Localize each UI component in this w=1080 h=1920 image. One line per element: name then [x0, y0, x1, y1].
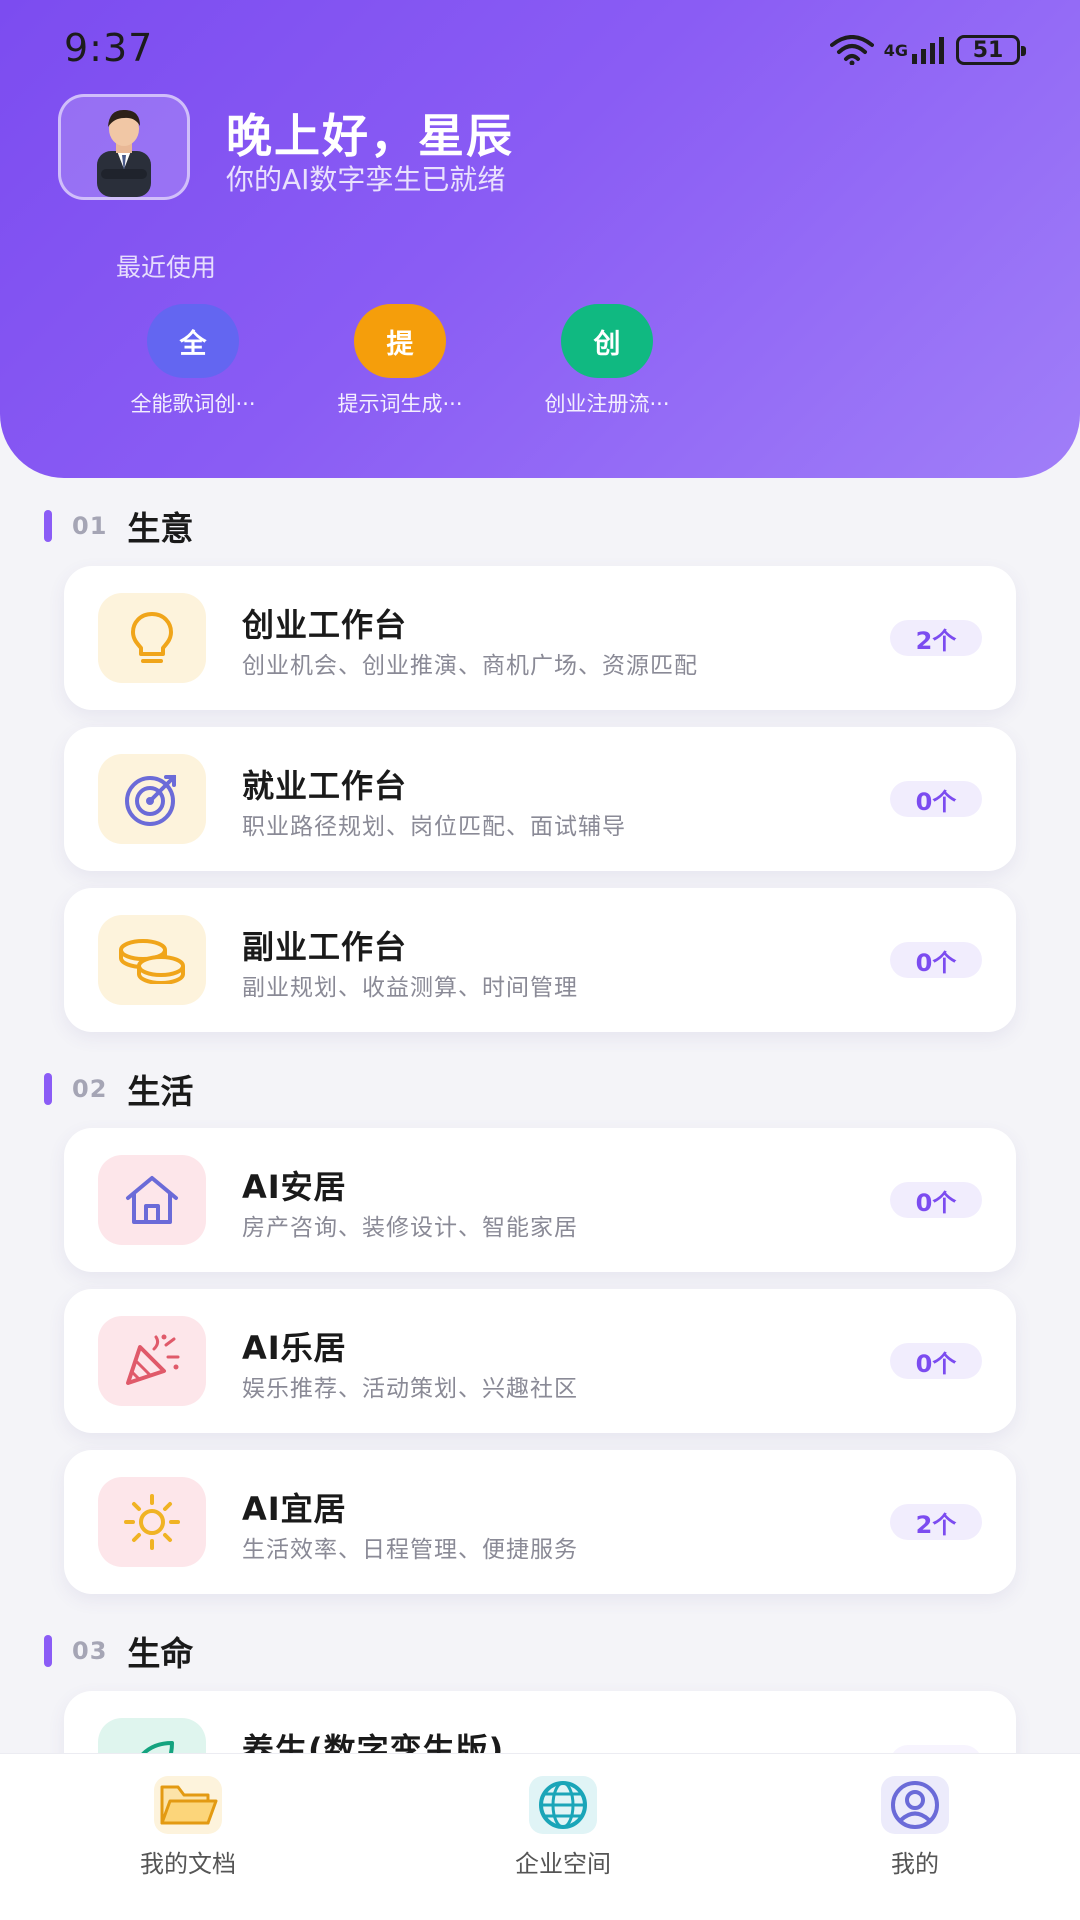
card-description: 娱乐推荐、活动策划、兴趣社区	[242, 1376, 578, 1402]
section-title: 生命	[127, 1634, 194, 1673]
status-icons: 4G 51	[829, 30, 1026, 70]
section-accent-bar	[44, 510, 52, 542]
nav-my-documents[interactable]: 我的文档	[88, 1776, 288, 1896]
coins-icon	[98, 915, 206, 1005]
nav-profile[interactable]: 我的	[815, 1776, 1015, 1896]
greeting-title: 晚上好，星辰	[226, 109, 514, 163]
card-sideline-workbench[interactable]: 副业工作台 副业规划、收益测算、时间管理 0个	[64, 888, 1016, 1032]
status-time: 9:37	[64, 26, 154, 70]
card-employment-workbench[interactable]: 就业工作台 职业路径规划、岗位匹配、面试辅导 0个	[64, 727, 1016, 871]
leaf-icon	[98, 1718, 206, 1753]
recent-item-avatar: 全	[147, 304, 239, 378]
status-bar: 9:37 4G 51	[0, 0, 1080, 100]
card-title: AI安居	[242, 1168, 347, 1206]
card-ai-leisure[interactable]: AI乐居 娱乐推荐、活动策划、兴趣社区 0个	[64, 1289, 1016, 1433]
target-icon	[98, 754, 206, 844]
greeting-subtitle: 你的AI数字孪生已就绪	[226, 163, 506, 196]
recent-item-avatar: 创	[561, 304, 653, 378]
recent-item-label: 提示词生成···	[337, 392, 463, 416]
card-ai-livable[interactable]: AI宜居 生活效率、日程管理、便捷服务 2个	[64, 1450, 1016, 1594]
card-count-badge	[890, 1745, 982, 1753]
section-header-life: 02 生活	[44, 1069, 193, 1111]
card-title: AI宜居	[242, 1490, 347, 1528]
network-type-label: 4G	[883, 40, 908, 60]
signal-icon	[912, 36, 946, 64]
recent-item-prompt[interactable]: 提 提示词生成···	[315, 304, 485, 416]
section-number: 01	[72, 512, 108, 540]
recent-item-label: 全能歌词创···	[130, 392, 256, 416]
card-description: 房产咨询、装修设计、智能家居	[242, 1215, 578, 1241]
card-description: 创业机会、创业推演、商机广场、资源匹配	[242, 653, 698, 679]
card-description: 副业规划、收益测算、时间管理	[242, 975, 578, 1001]
wifi-icon	[829, 35, 874, 65]
recent-title: 最近使用	[116, 253, 217, 282]
card-title: 养生(数字孪生版)	[242, 1731, 505, 1753]
section-header-business: 01 生意	[44, 506, 193, 548]
card-title: AI乐居	[242, 1329, 347, 1367]
bottom-nav: 我的文档 企业空间 我的	[0, 1753, 1080, 1920]
avatar[interactable]	[58, 94, 190, 200]
card-description: 生活效率、日程管理、便捷服务	[242, 1537, 578, 1563]
recent-item-avatar: 提	[354, 304, 446, 378]
section-accent-bar	[44, 1073, 52, 1105]
section-number: 02	[72, 1075, 108, 1103]
card-startup-workbench[interactable]: 创业工作台 创业机会、创业推演、商机广场、资源匹配 2个	[64, 566, 1016, 710]
user-icon	[881, 1776, 949, 1834]
globe-icon	[529, 1776, 597, 1834]
card-count-badge: 0个	[890, 1182, 982, 1218]
nav-label: 企业空间	[515, 1850, 611, 1878]
avatar-person-icon	[97, 109, 151, 197]
recent-item-startup[interactable]: 创 创业注册流···	[522, 304, 692, 416]
card-count-badge: 0个	[890, 1343, 982, 1379]
section-number: 03	[72, 1637, 108, 1665]
recent-list: 全 全能歌词创··· 提 提示词生成··· 创 创业注册流···	[108, 304, 808, 416]
folder-icon	[154, 1776, 222, 1834]
nav-label: 我的	[891, 1850, 939, 1878]
battery-indicator: 51	[956, 35, 1026, 65]
nav-enterprise-space[interactable]: 企业空间	[463, 1776, 663, 1896]
recent-item-label: 创业注册流···	[544, 392, 670, 416]
card-count-badge: 2个	[890, 1504, 982, 1540]
section-title: 生意	[127, 509, 194, 548]
card-count-badge: 0个	[890, 942, 982, 978]
card-count-badge: 2个	[890, 620, 982, 656]
header-panel: 9:37 4G 51 晚上好，星辰 你的AI数字孪生已就绪 最近使用 全 全能歌…	[0, 0, 1080, 478]
nav-label: 我的文档	[140, 1850, 236, 1878]
card-title: 创业工作台	[242, 606, 408, 644]
section-title: 生活	[127, 1072, 194, 1111]
house-icon	[98, 1155, 206, 1245]
card-ai-home[interactable]: AI安居 房产咨询、装修设计、智能家居 0个	[64, 1128, 1016, 1272]
section-accent-bar	[44, 1635, 52, 1667]
sun-icon	[98, 1477, 206, 1567]
party-popper-icon	[98, 1316, 206, 1406]
recent-item-lyrics[interactable]: 全 全能歌词创···	[108, 304, 278, 416]
card-description: 职业路径规划、岗位匹配、面试辅导	[242, 814, 626, 840]
content-scroll[interactable]: 01 生意 创业工作台 创业机会、创业推演、商机广场、资源匹配 2个 就业工作台…	[0, 478, 1080, 1753]
card-count-badge: 0个	[890, 781, 982, 817]
lightbulb-icon	[98, 593, 206, 683]
card-title: 就业工作台	[242, 767, 408, 805]
card-wellness-digital-twin[interactable]: 养生(数字孪生版)	[64, 1691, 1016, 1753]
card-title: 副业工作台	[242, 928, 408, 966]
section-header-health: 03 生命	[44, 1631, 193, 1673]
